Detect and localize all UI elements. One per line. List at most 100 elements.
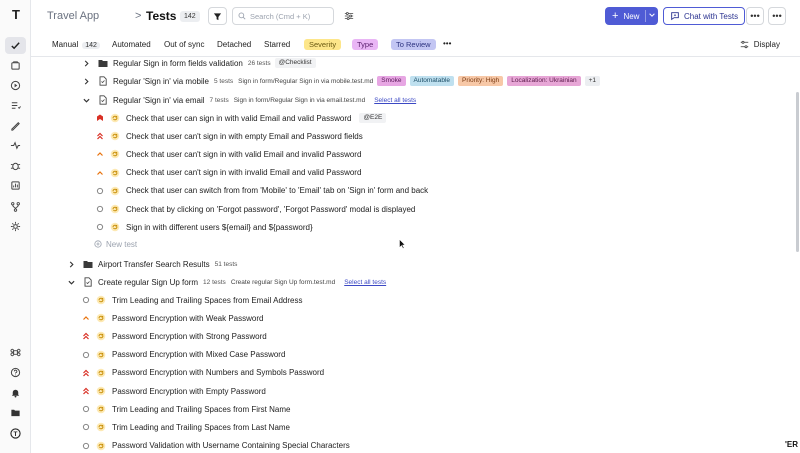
breadcrumb-project[interactable]: Travel App — [47, 10, 99, 22]
test-row[interactable]: Trim Leading and Trailing Spaces from Em… — [31, 291, 792, 309]
suite-row[interactable]: Regular 'Sign in' via email 7 tests Sign… — [31, 91, 792, 109]
test-row[interactable]: Check that user can't sign in with empty… — [31, 127, 792, 145]
priority-medium-icon — [97, 152, 103, 157]
svg-text:T: T — [14, 431, 18, 438]
tag-more[interactable]: +1 — [584, 76, 601, 86]
test-row[interactable]: Check that user can switch from from 'Mo… — [31, 182, 792, 200]
test-title: Password Encryption with Weak Password — [112, 313, 264, 323]
header-more-button[interactable]: ••• — [746, 7, 764, 25]
test-row[interactable]: Trim Leading and Trailing Spaces from Fi… — [31, 400, 792, 418]
suite-title: Create regular Sign Up form — [98, 277, 199, 287]
suite-row[interactable]: Airport Transfer Search Results 51 tests — [31, 255, 792, 273]
chevron-down-icon[interactable] — [68, 279, 75, 286]
suite-title: Airport Transfer Search Results — [98, 259, 210, 269]
test-title: Trim Leading and Trailing Spaces from Fi… — [112, 404, 291, 414]
settings-nav-icon[interactable] — [5, 218, 26, 235]
chat-with-tests-button[interactable]: Chat with Tests — [663, 7, 745, 25]
test-row[interactable]: Check that by clicking on 'Forgot passwo… — [31, 200, 792, 218]
search-input[interactable]: Search (Cmd + K) — [232, 7, 334, 25]
branches-nav-icon[interactable] — [5, 198, 26, 215]
automation-status-icon — [96, 313, 106, 323]
file-icon — [99, 95, 107, 105]
automation-status-icon — [96, 441, 106, 450]
filter-tabs: Manual 142 Automated Out of sync Detached… — [31, 33, 800, 57]
priority-none-icon — [96, 187, 104, 194]
test-title: Password Validation with Username Contai… — [112, 441, 350, 451]
test-row[interactable]: Trim Leading and Trailing Spaces from La… — [31, 418, 792, 436]
suite-row[interactable]: Create regular Sign Up form 12 tests Cre… — [31, 273, 792, 291]
corner-overlay-text: 'ER — [784, 440, 798, 449]
suite-row[interactable]: Regular 'Sign in' via mobile 5 tests Sig… — [31, 72, 792, 90]
tab-manual[interactable]: Manual 142 — [52, 40, 100, 49]
chip-severity[interactable]: Severity — [304, 39, 342, 50]
tab-automated[interactable]: Automated — [112, 40, 151, 49]
display-button[interactable]: Display — [740, 40, 780, 49]
testomat-logo-icon[interactable]: T — [9, 8, 23, 22]
tab-starred[interactable]: Starred — [264, 40, 290, 49]
plans-nav-icon[interactable] — [5, 97, 26, 114]
chevron-right-icon[interactable] — [83, 77, 90, 85]
analytics-nav-icon[interactable] — [5, 177, 26, 194]
view-settings-button[interactable] — [342, 9, 356, 23]
left-rail: T T — [0, 0, 31, 453]
filter-button[interactable] — [208, 7, 227, 25]
test-row[interactable]: Check that user can't sign in with inval… — [31, 164, 792, 182]
test-row[interactable]: Password Encryption with Mixed Case Pass… — [31, 346, 792, 364]
new-button[interactable]: + New — [605, 7, 658, 25]
bug-nav-icon[interactable] — [5, 157, 26, 174]
test-row[interactable]: Sign in with different users ${email} an… — [31, 218, 792, 236]
tab-detached[interactable]: Detached — [217, 40, 251, 49]
priority-none-icon — [96, 205, 104, 213]
select-all-tests-link[interactable]: Select all tests — [344, 279, 386, 286]
new-test-row[interactable]: New test — [31, 235, 792, 253]
test-title: Check that by clicking on 'Forgot passwo… — [126, 204, 416, 214]
profile-avatar[interactable]: T — [5, 425, 26, 442]
tag-smoke[interactable]: Smoke — [377, 76, 406, 86]
automation-status-icon — [110, 204, 120, 214]
priority-none-icon — [82, 424, 90, 431]
chevron-down-icon[interactable] — [83, 97, 90, 104]
chip-to-review[interactable]: To Review — [391, 39, 436, 50]
pulse-nav-icon[interactable] — [5, 137, 26, 154]
tag-priority-high[interactable]: Priority: High — [458, 76, 504, 86]
chevron-right-icon[interactable] — [83, 59, 90, 67]
runs-nav-icon[interactable] — [5, 57, 26, 74]
chevron-right-icon[interactable] — [68, 260, 75, 268]
tab-manual-label: Manual — [52, 40, 79, 49]
test-row[interactable]: Check that user can sign in with valid E… — [31, 109, 792, 127]
test-row[interactable]: Check that user can't sign in with valid… — [31, 145, 792, 163]
test-row[interactable]: Password Encryption with Strong Password — [31, 327, 792, 345]
suite-row[interactable]: Regular Sign in form fields validation 2… — [31, 57, 792, 72]
scrollbar-thumb[interactable] — [796, 92, 799, 252]
search-placeholder: Search (Cmd + K) — [250, 11, 311, 21]
play-nav-icon[interactable] — [5, 77, 26, 94]
chevron-down-icon[interactable] — [648, 11, 656, 19]
tab-out-of-sync[interactable]: Out of sync — [164, 40, 204, 49]
test-tag[interactable]: @E2E — [359, 113, 387, 123]
steps-nav-icon[interactable] — [5, 117, 26, 134]
folder-icon[interactable] — [5, 404, 26, 421]
priority-none-icon — [82, 442, 90, 449]
chip-type[interactable]: Type — [352, 39, 379, 50]
tag-localization[interactable]: Localization: Ukrainian — [507, 76, 581, 86]
tests-nav-icon[interactable] — [5, 37, 26, 54]
test-row[interactable]: Password Encryption with Weak Password — [31, 309, 792, 327]
automation-status-icon — [96, 295, 106, 305]
help-icon[interactable] — [5, 364, 26, 381]
tab-manual-count: 142 — [82, 42, 100, 49]
test-row[interactable]: Password Encryption with Empty Password — [31, 382, 792, 400]
tag-automatable[interactable]: Automatable — [409, 76, 455, 86]
select-all-tests-link[interactable]: Select all tests — [374, 97, 416, 104]
command-icon[interactable] — [5, 344, 26, 361]
suite-tag[interactable]: @Checklist — [274, 58, 316, 68]
tabs-more-button[interactable]: ••• — [443, 39, 451, 48]
priority-none-icon — [82, 351, 90, 358]
bell-icon[interactable] — [5, 384, 26, 401]
suite-count: 5 tests — [214, 77, 234, 85]
test-row[interactable]: Password Encryption with Numbers and Sym… — [31, 364, 792, 382]
global-more-button[interactable]: ••• — [768, 7, 786, 25]
test-row[interactable]: Password Validation with Username Contai… — [31, 437, 792, 453]
top-bar: Travel App > Tests 142 Search (Cmd + K) … — [31, 0, 800, 33]
suite-title: Regular 'Sign in' via email — [113, 95, 205, 105]
sliders-icon — [344, 12, 354, 20]
